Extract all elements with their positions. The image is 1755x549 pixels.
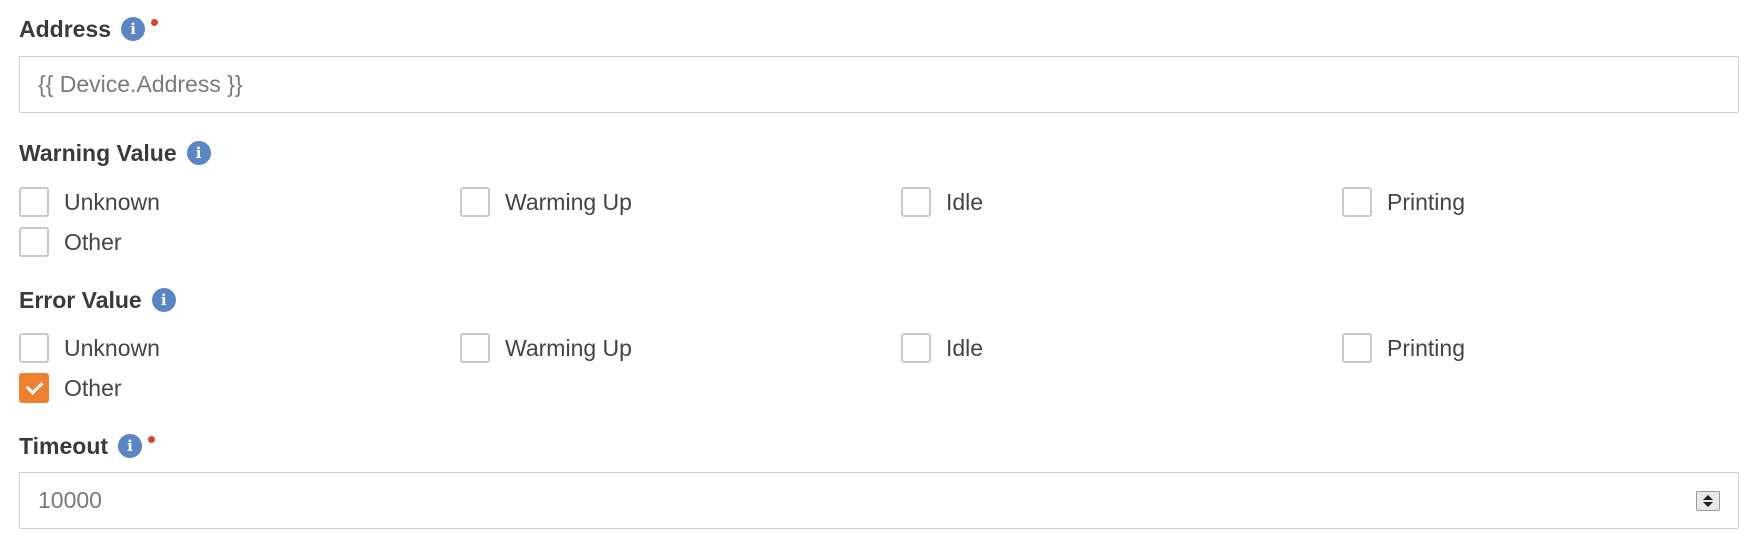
error-value-options: Unknown Warming Up Idle Printing Other: [19, 333, 1739, 403]
address-input[interactable]: {{ Device.Address }}: [19, 56, 1739, 113]
checkbox-label: Idle: [946, 188, 984, 215]
checkbox[interactable]: [460, 333, 490, 363]
checkbox[interactable]: [901, 187, 931, 217]
error-option-unknown[interactable]: Unknown: [19, 333, 460, 363]
address-input-value: {{ Device.Address }}: [38, 71, 243, 97]
error-option-other[interactable]: Other: [19, 373, 460, 403]
checkbox[interactable]: [19, 373, 49, 403]
checkbox-label: Warming Up: [505, 188, 632, 215]
error-option-idle[interactable]: Idle: [901, 333, 1342, 363]
timeout-label: Timeout: [19, 432, 109, 459]
required-indicator: [148, 435, 156, 443]
warning-option-warming-up[interactable]: Warming Up: [460, 187, 901, 217]
address-label-row: Address i: [19, 14, 159, 44]
info-icon[interactable]: i: [118, 434, 143, 458]
warning-option-idle[interactable]: Idle: [901, 187, 1342, 217]
info-icon[interactable]: i: [186, 141, 211, 165]
checkbox[interactable]: [1342, 333, 1372, 363]
check-icon: [25, 377, 43, 395]
spin-down-icon[interactable]: [1703, 502, 1713, 507]
error-option-printing[interactable]: Printing: [1342, 333, 1739, 363]
checkbox[interactable]: [901, 333, 931, 363]
checkbox-label: Other: [64, 228, 122, 255]
checkbox-label: Warming Up: [505, 334, 632, 361]
checkbox[interactable]: [19, 227, 49, 257]
address-label: Address: [19, 15, 112, 42]
warning-value-options: Unknown Warming Up Idle Printing Other: [19, 187, 1739, 257]
checkbox[interactable]: [19, 187, 49, 217]
required-indicator: [151, 18, 159, 26]
timeout-input-value: 10000: [38, 487, 102, 513]
checkbox-label: Printing: [1387, 188, 1465, 215]
checkbox[interactable]: [19, 333, 49, 363]
number-spinner[interactable]: [1696, 491, 1720, 511]
warning-value-label-row: Warning Value i: [19, 138, 211, 168]
warning-option-printing[interactable]: Printing: [1342, 187, 1739, 217]
checkbox-label: Unknown: [64, 334, 160, 361]
info-icon[interactable]: i: [151, 288, 176, 312]
warning-option-other[interactable]: Other: [19, 227, 460, 257]
timeout-input[interactable]: 10000: [19, 472, 1739, 529]
checkbox-label: Printing: [1387, 334, 1465, 361]
spin-up-icon[interactable]: [1703, 495, 1713, 500]
warning-value-label: Warning Value: [19, 139, 177, 166]
warning-option-unknown[interactable]: Unknown: [19, 187, 460, 217]
error-value-label-row: Error Value i: [19, 285, 176, 315]
error-value-label: Error Value: [19, 286, 142, 313]
checkbox[interactable]: [460, 187, 490, 217]
timeout-label-row: Timeout i: [19, 431, 156, 461]
checkbox-label: Unknown: [64, 188, 160, 215]
info-icon[interactable]: i: [121, 17, 146, 41]
checkbox-label: Idle: [946, 334, 984, 361]
error-option-warming-up[interactable]: Warming Up: [460, 333, 901, 363]
checkbox-label: Other: [64, 374, 122, 401]
checkbox[interactable]: [1342, 187, 1372, 217]
